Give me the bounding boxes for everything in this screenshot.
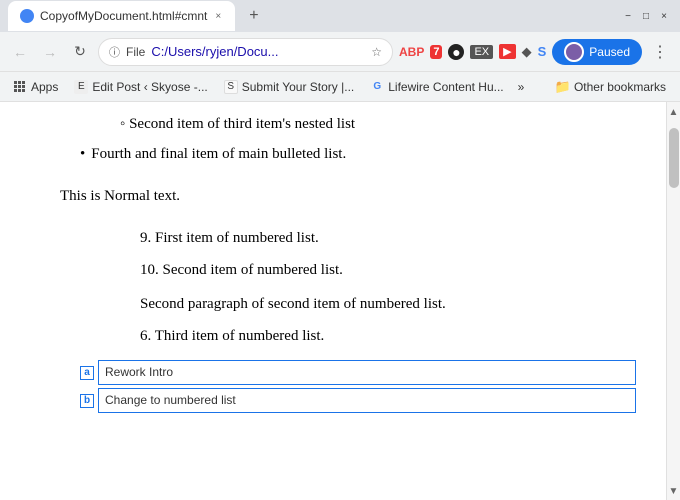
num-3-text: Third item of numbered list. [155,328,325,344]
bullet-item-text: Fourth and final item of main bulleted l… [91,142,346,166]
scrollbar[interactable]: ▲ ▼ [666,102,680,500]
more-bookmarks-button[interactable]: » [514,77,529,97]
title-bar: CopyofMyDocument.html#cmnt × + − □ × [0,0,680,32]
bookmark-submit-story[interactable]: S Submit Your Story |... [218,77,361,97]
page-content: ◦ Second item of third item's nested lis… [0,102,666,500]
comment-item-b: b Change to numbered list [80,388,636,413]
info-icon: ⓘ [109,44,120,60]
avatar [564,42,584,62]
apps-bookmark[interactable]: Apps [8,77,64,97]
numbered-item-2: 10. Second item of numbered list. [140,258,636,282]
comment-badge-a: a [80,366,94,380]
tab-title: CopyofMyDocument.html#cmnt [40,9,207,23]
tab-close-button[interactable]: × [213,10,223,23]
bookmark-favicon-1: E [74,80,88,94]
ext-icon-4[interactable]: ▶ [499,44,515,59]
second-paragraph: Second paragraph of second item of numbe… [140,292,636,316]
browser-menu-button[interactable]: ⋮ [648,40,672,64]
comment-text-a: Rework Intro [98,360,636,385]
num-2: 10. [140,262,159,278]
browser-tab[interactable]: CopyofMyDocument.html#cmnt × [8,1,235,31]
address-bar: ← → ↻ ⓘ File C:/Users/ryjen/Docu... ☆ AB… [0,32,680,72]
ext-icon-1[interactable]: 7 [430,45,442,59]
ext-icon-5[interactable]: ◆ [522,44,532,60]
other-bookmarks-folder[interactable]: 📁 Other bookmarks [549,76,672,98]
ext-icon-6[interactable]: S [538,44,547,59]
bookmark-label-2: Submit Your Story |... [242,80,355,94]
file-label: File [126,45,145,59]
maximize-button[interactable]: □ [638,8,654,24]
num-1: 9. [140,230,151,246]
scroll-thumb[interactable] [669,128,679,188]
comments-section: a Rework Intro b Change to numbered list [60,360,636,413]
new-tab-button[interactable]: + [241,3,266,29]
normal-text-paragraph: This is Normal text. [60,184,636,208]
bullet-symbol: • [80,142,85,166]
numbered-item-3: 6. Third item of numbered list. [140,324,636,348]
normal-text-content: This is Normal text. [60,188,180,204]
scroll-down-arrow[interactable]: ▼ [666,483,680,500]
bookmarks-bar: Apps E Edit Post ‹ Skyose -... S Submit … [0,72,680,102]
forward-button[interactable]: → [38,40,62,64]
scroll-up-arrow[interactable]: ▲ [666,104,680,121]
profile-label: Paused [589,45,630,59]
minimize-button[interactable]: − [620,8,636,24]
bullet-list-item: • Fourth and final item of main bulleted… [80,142,636,166]
tab-favicon [20,9,34,23]
bookmark-label-3: Lifewire Content Hu... [388,80,503,94]
num-1-text: First item of numbered list. [155,230,319,246]
apps-grid-icon [14,81,25,92]
url-text: C:/Users/ryjen/Docu... [151,44,365,59]
comment-text-b: Change to numbered list [98,388,636,413]
ext-icon-3[interactable]: EX [470,45,493,59]
reload-button[interactable]: ↻ [68,40,92,64]
bookmark-lifewire[interactable]: G Lifewire Content Hu... [364,77,509,97]
bookmark-favicon-3: G [370,80,384,94]
star-icon[interactable]: ☆ [371,45,382,59]
scroll-track[interactable] [669,123,679,481]
back-button[interactable]: ← [8,40,32,64]
num-2-text: Second item of numbered list. [163,262,343,278]
nested-list-item: ◦ Second item of third item's nested lis… [60,112,636,136]
bookmark-label-1: Edit Post ‹ Skyose -... [92,80,207,94]
other-bookmarks-label: Other bookmarks [574,80,666,94]
url-bar[interactable]: ⓘ File C:/Users/ryjen/Docu... ☆ [98,38,393,66]
comment-item-a: a Rework Intro [80,360,636,385]
comment-badge-b: b [80,394,94,408]
second-para-text: Second paragraph of second item of numbe… [140,296,446,312]
folder-icon: 📁 [555,79,571,95]
adblock-icon[interactable]: ABP [399,45,424,59]
numbered-item-1: 9. First item of numbered list. [140,226,636,250]
num-3: 6. [140,328,151,344]
bookmark-edit-post[interactable]: E Edit Post ‹ Skyose -... [68,77,213,97]
bookmark-favicon-2: S [224,80,238,94]
close-button[interactable]: × [656,8,672,24]
profile-button[interactable]: Paused [552,39,642,65]
nested-item-text: ◦ Second item of third item's nested lis… [120,116,355,132]
ext-icon-2[interactable]: ● [448,44,464,60]
numbered-list-section: 9. First item of numbered list. 10. Seco… [60,226,636,348]
apps-label: Apps [31,80,58,94]
browser-body: ◦ Second item of third item's nested lis… [0,102,680,500]
